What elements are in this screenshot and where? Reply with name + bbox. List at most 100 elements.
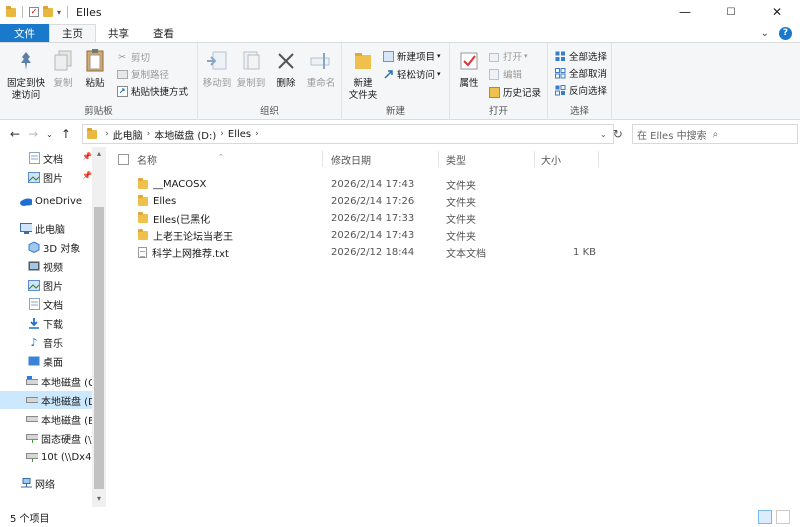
breadcrumb-elles[interactable]: Elles	[228, 129, 251, 140]
nav-item-this-pc[interactable]: 此电脑	[0, 219, 92, 237]
address-history-dropdown-icon[interactable]: ⌄	[600, 130, 607, 139]
file-name: 上老王论坛当老王	[153, 232, 233, 243]
paste-button[interactable]: 粘贴	[80, 47, 110, 90]
column-header-size[interactable]: 大小	[541, 151, 561, 167]
nav-item-music[interactable]: ♪ 音乐	[0, 333, 92, 351]
chevron-right-icon[interactable]: ›	[220, 129, 224, 139]
help-icon[interactable]: ?	[779, 26, 792, 40]
copy-path-icon	[116, 68, 128, 80]
new-item-button[interactable]: 新建项目 ▾	[382, 48, 441, 64]
scroll-down-icon[interactable]: ▾	[94, 493, 104, 505]
nav-item-network[interactable]: 网络	[0, 474, 92, 492]
copy-icon	[49, 47, 77, 75]
recent-dropdown-icon[interactable]: ⌄	[46, 130, 53, 139]
delete-button[interactable]: 删除	[272, 47, 300, 90]
details-view-icon[interactable]	[758, 510, 772, 524]
forward-arrow-icon[interactable]: →	[28, 127, 38, 141]
cut-button[interactable]: ✂ 剪切	[116, 49, 150, 65]
open-group-label: 打开	[488, 106, 508, 117]
tab-view[interactable]: 查看	[141, 24, 186, 42]
music-icon: ♪	[30, 335, 38, 349]
back-arrow-icon[interactable]: ←	[10, 127, 20, 141]
easy-access-button[interactable]: 轻松访问 ▾	[382, 66, 441, 82]
copy-path-button[interactable]: 复制路径	[116, 66, 169, 82]
file-type: 文件夹	[446, 198, 476, 209]
nav-scrollbar[interactable]: ▴ ▾	[92, 147, 106, 507]
maximize-button[interactable]: ☐	[708, 0, 754, 24]
file-type: 文本文档	[446, 249, 486, 260]
file-list: 名称 ⌃ 修改日期 类型 大小 __MACOSX 2026/2/14 17:43…	[108, 147, 800, 507]
rename-button[interactable]: 重命名	[302, 47, 340, 90]
up-arrow-icon[interactable]: ↑	[61, 127, 71, 141]
new-folder-icon	[349, 47, 377, 75]
nav-item-onedrive[interactable]: OneDrive	[0, 192, 92, 210]
chevron-right-icon[interactable]: ›	[147, 129, 151, 139]
column-header-type[interactable]: 类型	[446, 151, 466, 167]
collapse-ribbon-icon[interactable]: ⌄	[761, 28, 769, 39]
customize-quick-access-icon[interactable]: ▾	[57, 8, 61, 17]
history-button[interactable]: 历史记录	[488, 84, 541, 100]
delete-x-icon	[272, 47, 300, 75]
new-folder-quick-icon[interactable]	[43, 5, 53, 17]
nav-item-pictures[interactable]: 图片	[0, 276, 92, 294]
column-header-date[interactable]: 修改日期	[331, 151, 371, 167]
properties-button[interactable]: 属性	[454, 47, 484, 90]
nav-scroll-thumb[interactable]	[94, 207, 104, 489]
search-input[interactable]: 在 Elles 中搜索 ⌕	[632, 124, 798, 144]
new-group-label: 新建	[385, 106, 405, 117]
folder-icon	[87, 127, 97, 139]
nav-item-videos[interactable]: 视频	[0, 257, 92, 275]
file-type: 文件夹	[446, 181, 476, 192]
breadcrumb-this-pc[interactable]: 此电脑	[113, 127, 143, 142]
nav-item-network-drive-ssd[interactable]: 固态硬盘 (\\	[0, 429, 92, 447]
chevron-right-icon[interactable]: ›	[255, 129, 259, 139]
chevron-right-icon[interactable]: ›	[105, 129, 109, 139]
open-button[interactable]: 打开 ▾	[488, 48, 528, 64]
new-folder-button[interactable]: 新建 文件夹	[346, 47, 380, 102]
file-row-elles-dark[interactable]: Elles(已黑化 2026/2/14 17:33 文件夹	[134, 210, 604, 227]
edit-icon	[488, 68, 500, 80]
nav-item-pictures-quick[interactable]: 图片	[0, 168, 92, 186]
file-date: 2026/2/14 17:26	[331, 196, 415, 207]
select-all-button[interactable]: 全部选择	[554, 48, 607, 64]
file-row-macosx[interactable]: __MACOSX 2026/2/14 17:43 文件夹	[134, 176, 604, 193]
address-box[interactable]: › 此电脑 › 本地磁盘 (D:) › Elles ›	[82, 124, 614, 144]
nav-item-3d-objects[interactable]: 3D 对象	[0, 238, 92, 256]
refresh-icon[interactable]: ↻	[613, 127, 623, 141]
nav-item-drive-e[interactable]: 本地磁盘 (E:)	[0, 410, 92, 428]
nav-item-documents[interactable]: 文档	[0, 295, 92, 313]
search-icon: ⌕	[712, 128, 719, 140]
large-icons-view-icon[interactable]	[776, 510, 790, 524]
file-date: 2026/2/14 17:43	[331, 179, 415, 190]
invert-selection-button[interactable]: 反向选择	[554, 82, 607, 98]
copy-to-button[interactable]: 复制到	[234, 47, 268, 90]
select-all-checkbox[interactable]	[118, 151, 129, 167]
move-to-button[interactable]: 移动到	[200, 47, 234, 90]
nav-item-drive-d[interactable]: 本地磁盘 (D:)	[0, 391, 92, 409]
nav-item-documents-quick[interactable]: 文档	[0, 149, 92, 167]
scroll-up-icon[interactable]: ▴	[94, 148, 104, 160]
tab-home[interactable]: 主页	[49, 24, 96, 42]
pin-icon: 📌	[82, 152, 92, 161]
select-none-button[interactable]: 全部取消	[554, 65, 607, 81]
edit-button[interactable]: 编辑	[488, 66, 522, 82]
tab-share[interactable]: 共享	[96, 24, 141, 42]
nav-item-downloads[interactable]: 下载	[0, 314, 92, 332]
close-button[interactable]: ✕	[754, 0, 800, 24]
history-icon	[488, 86, 500, 98]
properties-quick-icon[interactable]: ✓	[29, 7, 39, 17]
breadcrumb-drive-d[interactable]: 本地磁盘 (D:)	[154, 127, 216, 142]
file-row-forum-folder[interactable]: 上老王论坛当老王 2026/2/14 17:43 文件夹	[134, 227, 604, 244]
nav-item-network-drive-10t[interactable]: 10t (\\Dx46	[0, 448, 92, 466]
file-row-elles[interactable]: Elles 2026/2/14 17:26 文件夹	[134, 193, 604, 210]
tab-file[interactable]: 文件	[0, 24, 49, 42]
nav-item-drive-c[interactable]: 本地磁盘 (C:)	[0, 372, 92, 390]
file-row-txt[interactable]: 科学上网推荐.txt 2026/2/12 18:44 文本文档 1 KB	[134, 244, 604, 261]
file-name: __MACOSX	[153, 179, 207, 190]
pin-quick-access-button[interactable]: 固定到快 速访问	[4, 47, 48, 102]
minimize-button[interactable]: —	[662, 0, 708, 24]
nav-item-desktop[interactable]: 桌面	[0, 352, 92, 370]
paste-shortcut-button[interactable]: 粘贴快捷方式	[116, 83, 188, 99]
column-header-name[interactable]: 名称	[137, 151, 157, 167]
copy-button[interactable]: 复制	[48, 47, 78, 90]
